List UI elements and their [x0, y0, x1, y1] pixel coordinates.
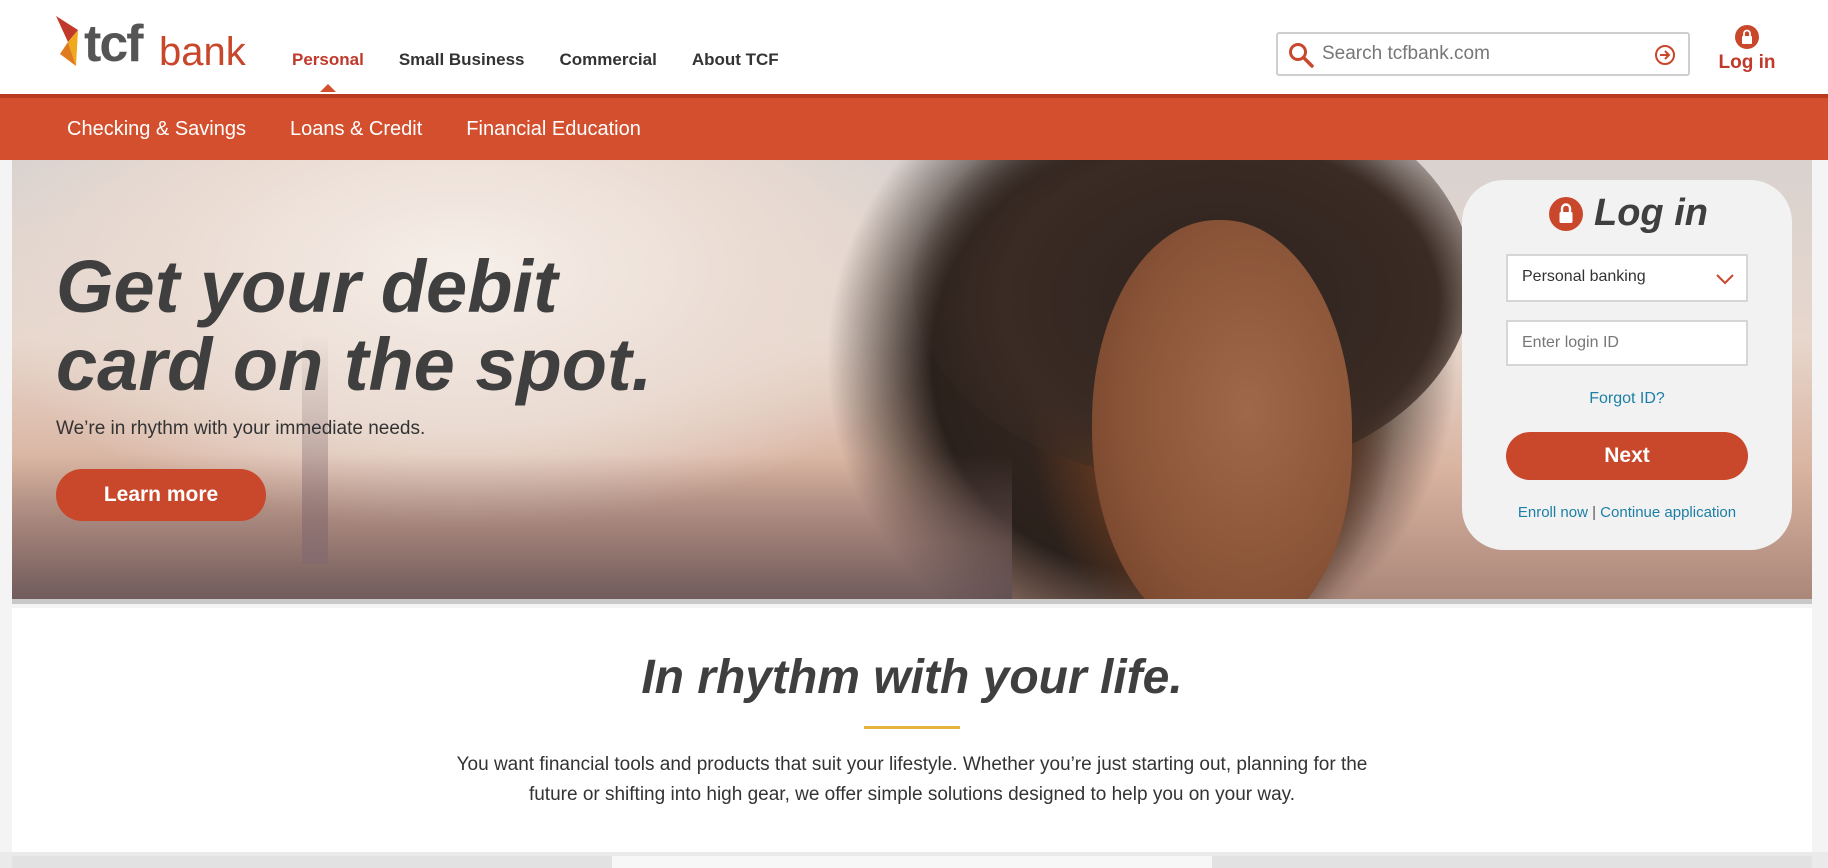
continue-application-link[interactable]: Continue application [1600, 504, 1736, 521]
next-button[interactable]: Next [1506, 432, 1748, 480]
product-card[interactable] [612, 856, 1212, 868]
nav-item-about-tcf[interactable]: About TCF [692, 50, 779, 70]
header-login-button[interactable]: Log in [1716, 24, 1778, 74]
links-separator: | [1592, 504, 1596, 521]
logo-wordmark: tcf [84, 15, 144, 73]
learn-more-button[interactable]: Learn more [56, 469, 266, 521]
primary-nav: Personal Small Business Commercial About… [292, 50, 779, 92]
account-type-selected: Personal banking [1522, 268, 1646, 285]
intro-section: In rhythm with your life. You want finan… [12, 608, 1812, 852]
enroll-now-link[interactable]: Enroll now [1518, 504, 1588, 521]
product-cards-strip [0, 852, 1828, 868]
product-card[interactable] [12, 856, 612, 868]
login-panel: Log in Personal banking Forgot ID? Next … [1462, 180, 1792, 550]
login-id-field [1506, 320, 1748, 366]
chevron-down-icon [1716, 274, 1734, 285]
subnav-item-checking-savings[interactable]: Checking & Savings [67, 118, 246, 141]
search-icon [1289, 43, 1314, 68]
tcf-bank-logo[interactable]: tcf bank [54, 12, 246, 74]
subnav-item-financial-education[interactable]: Financial Education [466, 118, 641, 141]
subnav-item-loans-credit[interactable]: Loans & Credit [290, 118, 422, 141]
site-header: tcf bank Personal Small Business Commerc… [0, 0, 1828, 94]
secondary-nav: Checking & Savings Loans & Credit Financ… [0, 94, 1828, 160]
intro-heading: In rhythm with your life. [641, 651, 1183, 704]
login-id-input[interactable] [1508, 322, 1746, 364]
hero-subtitle: We’re in rhythm with your immediate need… [56, 418, 426, 439]
search-box [1276, 32, 1690, 76]
product-card[interactable] [1212, 856, 1812, 868]
nav-item-commercial[interactable]: Commercial [559, 50, 656, 70]
hero-bottom-border [12, 599, 1812, 604]
intro-divider [864, 726, 960, 729]
hero-title: Get your debit card on the spot. [56, 245, 653, 406]
header-login-label: Log in [1718, 52, 1776, 73]
search-input[interactable] [1322, 40, 1642, 68]
intro-paragraph: You want financial tools and products th… [456, 754, 1368, 805]
login-panel-header: Log in [1548, 192, 1708, 235]
lock-icon [1735, 25, 1759, 49]
login-panel-title: Log in [1594, 192, 1708, 234]
search-go-icon[interactable] [1654, 44, 1676, 66]
login-footer-links: Enroll now | Continue application [1462, 504, 1792, 521]
forgot-id-link[interactable]: Forgot ID? [1462, 390, 1792, 408]
nav-item-personal[interactable]: Personal [292, 50, 364, 92]
lock-icon [1549, 196, 1583, 231]
account-type-select[interactable]: Personal banking [1506, 254, 1748, 302]
nav-item-small-business[interactable]: Small Business [399, 50, 525, 70]
logo-bank-text: bank [159, 30, 246, 74]
